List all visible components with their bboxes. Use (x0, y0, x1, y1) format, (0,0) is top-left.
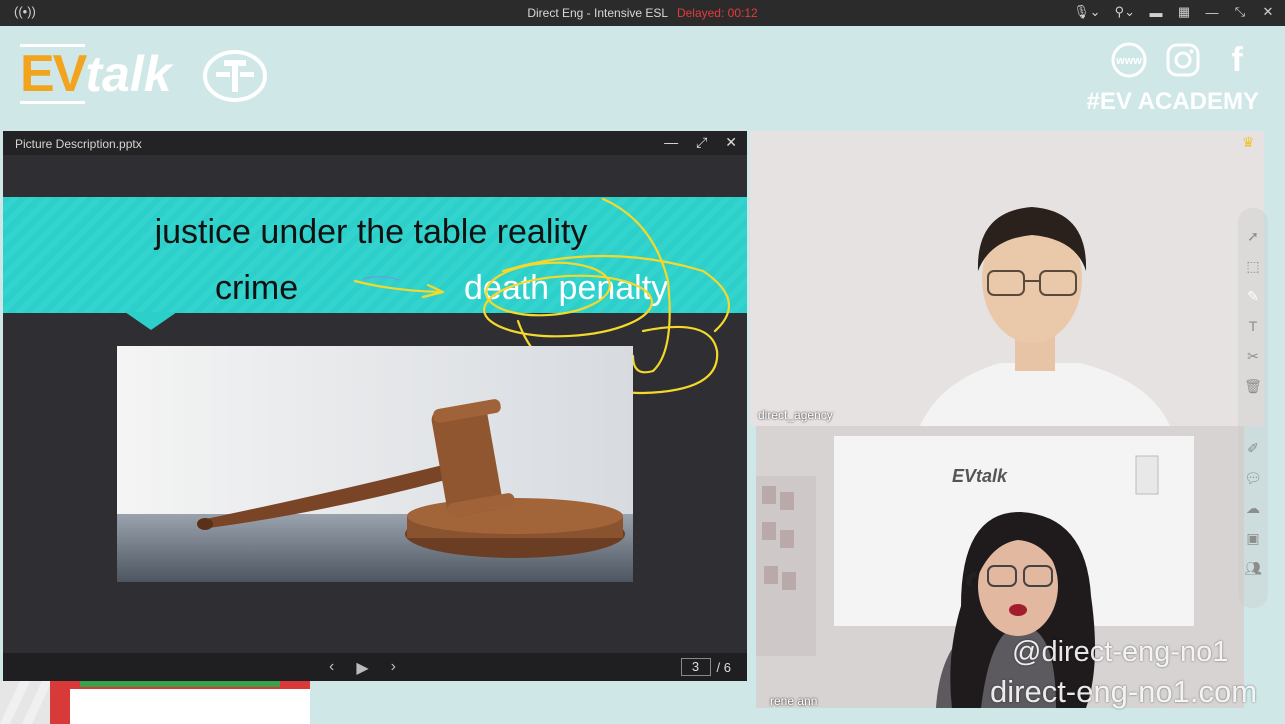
watermark-site: direct-eng-no1.com (990, 674, 1258, 709)
instagram-icon[interactable] (1163, 40, 1203, 80)
crown-icon: ♛ (1242, 134, 1255, 150)
minimize-icon[interactable]: — (1205, 5, 1219, 20)
close-icon[interactable]: ✕ (1261, 4, 1275, 20)
delay-indicator: Delayed: 00:12 (676, 6, 758, 20)
logo-ev: EV (20, 44, 87, 104)
users-icon[interactable]: 👥︎ (1238, 560, 1268, 577)
trash-icon[interactable]: 🗑︎ (1238, 378, 1268, 395)
teacher-video-frame (750, 131, 1264, 426)
www-icon[interactable]: www (1109, 40, 1149, 80)
camera-icon[interactable]: ▬ (1149, 5, 1163, 20)
annotation-toolbar: ➚ ⬚ ✎ T ✂ 🗑︎ ✐ 💬︎ ☁ ▣ 👥︎ (1238, 208, 1268, 608)
video-tile-teacher[interactable]: direct_agency (750, 131, 1264, 426)
poster-evtalk-text: EVtalk (952, 466, 1008, 486)
facebook-icon[interactable]: f (1217, 40, 1257, 80)
video-label-teacher: direct_agency (758, 408, 833, 422)
title-bar: ((•)) Direct Eng - Intensive ESL Delayed… (0, 0, 1285, 26)
pen-icon[interactable]: ✎ (1238, 288, 1268, 305)
previous-slide-icon[interactable]: ‹ (329, 658, 334, 678)
next-slide-icon[interactable]: › (391, 658, 396, 678)
text-icon[interactable]: T (1238, 318, 1268, 334)
slide-navigation: ‹ ▶ › (329, 658, 396, 678)
titlebar-controls: 🎙︎⌄ ⚲⌄ ▬ ▦ — ⤡ ✕ (1073, 4, 1275, 20)
watermark-handle: @direct-eng-no1 (1012, 636, 1229, 668)
edit-icon[interactable]: ✐ (1238, 440, 1268, 457)
microphone-select-icon[interactable]: ⚲⌄ (1115, 4, 1135, 20)
presentation-window: Picture Description.pptx — ⤢ ✕ justice u… (3, 131, 747, 681)
current-page-input[interactable]: 3 (680, 658, 711, 676)
total-pages: / 6 (716, 659, 731, 675)
academy-hashtag: #EV ACADEMY (1086, 88, 1259, 115)
video-label-student: rene ann (770, 694, 818, 708)
chat-icon[interactable]: 💬︎ (1238, 470, 1268, 487)
restore-icon[interactable]: ⤡ (1233, 4, 1247, 20)
decorative-strip (0, 681, 310, 724)
selection-icon[interactable]: ⬚ (1238, 258, 1268, 275)
brand-banner: EVtalk www f #EV ACADEMY (0, 26, 1285, 132)
play-icon[interactable]: ▶ (356, 658, 368, 678)
microphone-icon[interactable]: 🎙︎⌄ (1073, 4, 1100, 20)
academy-emblem-icon (203, 50, 267, 102)
evtalk-logo: EVtalk (20, 44, 172, 110)
scissors-icon[interactable]: ✂ (1238, 348, 1268, 365)
window-title-text: Direct Eng - Intensive ESL (527, 6, 668, 20)
gavel-image (117, 346, 633, 582)
presentation-footer: ‹ ▶ › 3 / 6 (3, 653, 747, 681)
toolbox-icon[interactable]: ▣ (1238, 530, 1268, 547)
cloud-icon[interactable]: ☁ (1238, 500, 1268, 517)
grid-icon[interactable]: ▦ (1177, 4, 1191, 20)
social-links: www f (1109, 40, 1257, 80)
page-indicator: 3 / 6 (680, 658, 731, 676)
pointer-icon[interactable]: ➚ (1238, 228, 1268, 245)
www-label: www (1115, 55, 1142, 67)
logo-talk: talk (85, 46, 172, 102)
